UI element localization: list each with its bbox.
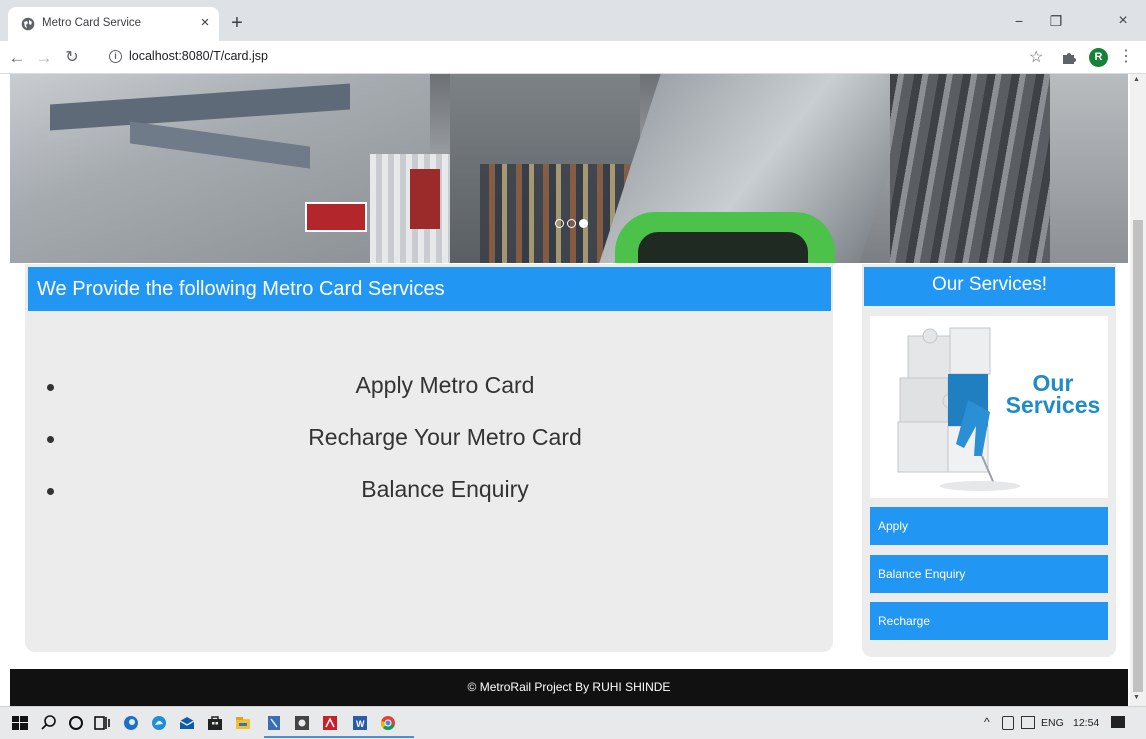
scroll-up-arrow-icon[interactable]: ▲	[1133, 76, 1140, 83]
carousel-dot-active[interactable]	[579, 219, 588, 228]
address-toolbar: ← → ↻ i localhost:8080/T/card.jsp ☆ R ⋮	[0, 41, 1146, 74]
tab-title: Metro Card Service	[42, 17, 142, 29]
list-item: Balance Enquiry	[25, 471, 833, 523]
edge-icon[interactable]	[149, 713, 169, 733]
tray-app-icon[interactable]	[1021, 716, 1035, 729]
balance-enquiry-button[interactable]: Balance Enquiry	[870, 555, 1108, 593]
acrobat-icon[interactable]	[320, 713, 340, 733]
word-icon[interactable]: W	[350, 713, 370, 733]
image-text-line2: Services	[1005, 392, 1101, 418]
services-heading: We Provide the following Metro Card Serv…	[28, 267, 831, 311]
tab-close-icon[interactable]: ×	[195, 13, 215, 33]
windows-taskbar: W ^ ENG 12:54	[0, 706, 1146, 739]
page-footer: © MetroRail Project By RUHI SHINDE	[10, 669, 1128, 706]
settings-gear-icon[interactable]	[292, 713, 312, 733]
cortana-icon[interactable]	[66, 713, 86, 733]
svg-text:W: W	[356, 719, 365, 729]
extensions-puzzle-icon[interactable]	[1061, 50, 1077, 66]
close-window-button[interactable]: ×	[1108, 9, 1138, 33]
service-label: Balance Enquiry	[361, 476, 529, 502]
metro-banner-image	[10, 74, 1128, 263]
minimize-button[interactable]: −	[1004, 9, 1034, 33]
notification-center-icon[interactable]	[1111, 716, 1125, 728]
search-icon[interactable]	[39, 713, 59, 733]
network-icon[interactable]	[1002, 716, 1014, 730]
carousel-dot[interactable]	[555, 219, 564, 228]
list-item: Recharge Your Metro Card	[25, 419, 833, 471]
running-apps-indicator	[264, 736, 414, 738]
page-viewport: We Provide the following Metro Card Serv…	[0, 74, 1146, 706]
profile-avatar[interactable]: R	[1089, 48, 1108, 67]
browser-tab-strip: Metro Card Service × + − ❐ ×	[0, 0, 1146, 41]
chrome-icon[interactable]	[378, 713, 398, 733]
scroll-down-arrow-icon[interactable]: ▼	[1133, 694, 1140, 701]
service-label: Recharge Your Metro Card	[308, 424, 582, 450]
browser-menu-icon[interactable]: ⋮	[1118, 47, 1134, 67]
globe-icon	[21, 17, 35, 31]
forward-arrow-icon[interactable]: →	[32, 46, 56, 70]
tray-chevron-icon[interactable]: ^	[984, 715, 990, 729]
notepad-icon[interactable]	[264, 713, 284, 733]
carousel-dot[interactable]	[567, 219, 576, 228]
our-services-image-text: Our Services	[998, 370, 1108, 418]
vertical-scrollbar[interactable]: ▲ ▼	[1130, 74, 1146, 706]
edge-legacy-icon[interactable]	[121, 713, 141, 733]
new-tab-button[interactable]: +	[225, 12, 249, 36]
url-field[interactable]: localhost:8080/T/card.jsp	[129, 49, 268, 63]
recharge-button[interactable]: Recharge	[870, 602, 1108, 640]
restore-button[interactable]: ❐	[1041, 9, 1071, 33]
scroll-thumb[interactable]	[1133, 220, 1143, 692]
carousel-indicators	[555, 219, 595, 231]
sidebar-heading: Our Services!	[864, 267, 1115, 306]
file-explorer-icon[interactable]	[233, 713, 253, 733]
services-list: Apply Metro Card Recharge Your Metro Car…	[25, 367, 833, 523]
sidebar: Our Services! Our Services Apply Balance…	[862, 264, 1116, 657]
back-arrow-icon[interactable]: ←	[5, 46, 29, 70]
site-info-icon[interactable]: i	[109, 50, 122, 63]
mail-icon[interactable]	[177, 713, 197, 733]
service-label: Apply Metro Card	[355, 372, 535, 398]
reload-icon[interactable]: ↻	[60, 46, 84, 70]
list-item: Apply Metro Card	[25, 367, 833, 419]
our-services-image: Our Services	[870, 316, 1108, 498]
task-view-icon[interactable]	[92, 713, 112, 733]
windows-start-icon[interactable]	[10, 713, 30, 733]
apply-button[interactable]: Apply	[870, 507, 1108, 545]
store-icon[interactable]	[205, 713, 225, 733]
taskbar-clock[interactable]: 12:54	[1073, 717, 1099, 729]
browser-tab[interactable]: Metro Card Service ×	[8, 7, 219, 41]
image-text-line1: Our	[1032, 370, 1074, 396]
services-panel: We Provide the following Metro Card Serv…	[25, 264, 833, 652]
input-language[interactable]: ENG	[1041, 717, 1064, 729]
bookmark-star-icon[interactable]: ☆	[1029, 47, 1043, 67]
